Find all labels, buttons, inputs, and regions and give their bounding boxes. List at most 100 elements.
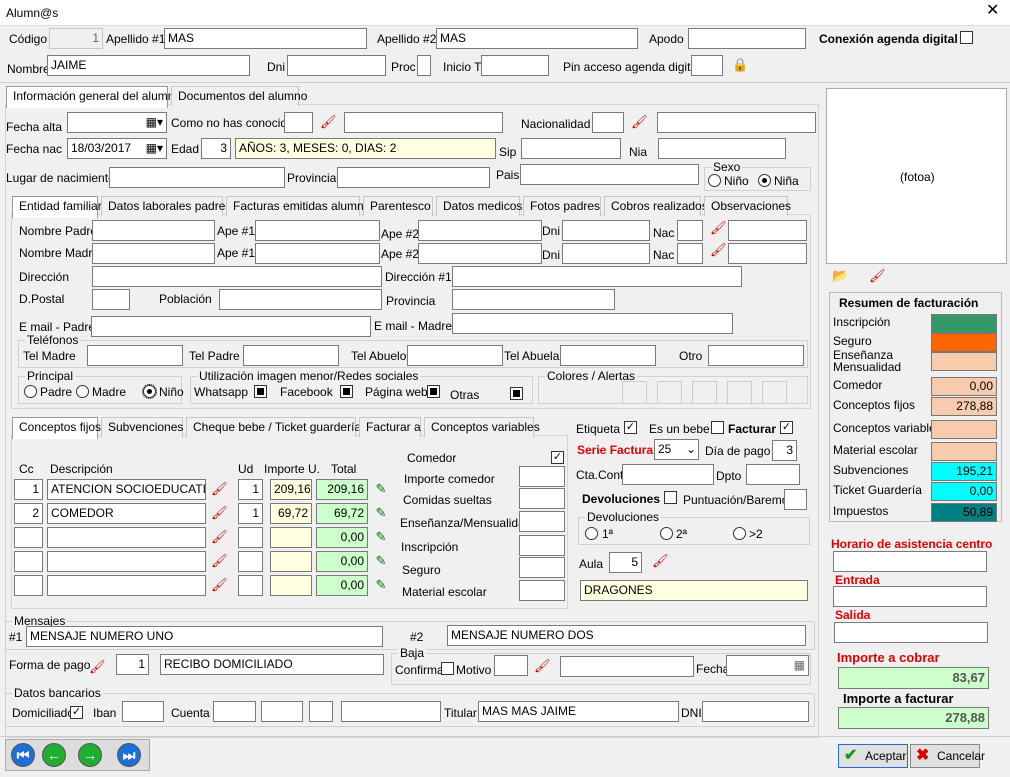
last-record-icon[interactable]: ⏭ [117,743,141,767]
nombre-field[interactable]: JAIME [47,55,250,76]
dpto-field[interactable] [746,464,800,485]
desc-cell[interactable] [47,527,206,548]
edit-icon[interactable]: ✎ [373,553,389,569]
tab-conceptos-variables[interactable]: Conceptos variables [424,417,540,437]
tab-cheque-bebe[interactable]: Cheque bebe / Ticket guardería [186,417,361,437]
tab-parentesco[interactable]: Parentesco [363,196,433,216]
tab-fotos-padres[interactable]: Fotos padres [523,196,601,216]
fecha-nac-field[interactable]: 18/03/2017 ▦▾ [67,138,167,159]
importe-comedor-field[interactable] [519,466,565,487]
brush-icon[interactable]: 🖌 [534,658,551,674]
edit-icon[interactable]: ✎ [373,505,389,521]
brush-icon[interactable]: 🖌 [320,114,337,130]
direccion-field[interactable] [92,266,382,287]
radio-madre[interactable] [76,385,89,398]
brush-icon[interactable]: 🖌 [710,242,727,258]
madre-ape1-field[interactable] [255,243,380,264]
cuenta-field-3[interactable] [309,701,333,722]
etiqueta-checkbox[interactable]: ✓ [624,421,637,434]
serie-select[interactable]: 25 ⌄ [654,439,699,460]
next-record-icon[interactable]: → [78,743,102,767]
nia-field[interactable] [658,138,786,159]
brush-icon[interactable]: 🖌 [211,553,228,569]
aceptar-button[interactable]: ✔ Aceptar [838,744,908,768]
tab-entidad-familiar[interactable]: Entidad familiar [12,196,102,218]
color-box[interactable] [622,381,647,404]
ud-cell[interactable] [238,551,263,572]
brush-icon[interactable]: 🖌 [710,220,727,236]
brush-icon[interactable]: 🖌 [631,114,648,130]
poblacion-field[interactable] [219,289,382,310]
fecha-baja-field[interactable]: ▦ [726,655,809,676]
sip-field[interactable] [521,138,621,159]
edit-icon[interactable]: ✎ [373,481,389,497]
tel-madre-field[interactable] [87,345,183,366]
cc-cell[interactable]: 1 [14,479,43,500]
salida-field[interactable] [834,622,988,643]
mensaje2-field[interactable]: MENSAJE NUMERO DOS [447,625,806,646]
padre-nac-desc[interactable] [728,220,807,241]
color-box[interactable] [762,381,787,404]
color-box[interactable] [727,381,752,404]
inicio-field[interactable] [481,55,549,76]
cc-cell[interactable]: 2 [14,503,43,524]
madre-field[interactable] [92,243,215,264]
nacionalidad-code-field[interactable] [592,112,624,133]
padre-nac-field[interactable] [677,220,703,241]
brush-icon[interactable]: 🖌 [211,577,228,593]
radio-nino-principal[interactable] [142,384,157,399]
titular-field[interactable]: MAS MAS JAIME [478,701,679,722]
tab-conceptos-fijos[interactable]: Conceptos fijos [12,417,101,439]
motivo-code[interactable] [494,655,528,676]
brush-icon[interactable]: 🖌 [211,505,228,521]
padre-dni-field[interactable] [562,220,650,241]
material-field[interactable] [519,580,565,601]
folder-open-icon[interactable]: 📂 [832,268,848,284]
ud-cell[interactable]: 1 [238,479,263,500]
radio-1a[interactable] [585,527,598,540]
apodo-field[interactable] [688,28,806,49]
cancelar-button[interactable]: ✖ Cancelar [910,744,985,768]
radio-nino[interactable] [708,174,721,187]
imp-cell[interactable] [270,527,312,548]
tab-cobros[interactable]: Cobros realizados [604,196,708,216]
imp-cell[interactable] [270,551,312,572]
como-field[interactable] [344,112,503,133]
cc-cell[interactable] [14,575,43,596]
tab-datos-medicos[interactable]: Datos medicos [436,196,522,216]
tab-facturas-emitidas[interactable]: Facturas emitidas alumno [226,196,370,216]
nacionalidad-field[interactable] [657,112,816,133]
aula-field[interactable]: 5 [609,552,642,573]
madre-dni-field[interactable] [562,243,650,264]
ensenanza-field[interactable] [519,511,565,532]
padre-ape1-field[interactable] [255,220,380,241]
first-record-icon[interactable]: ⏮ [11,743,35,767]
tab-subvenciones[interactable]: Subvenciones [101,417,183,437]
calendar-icon[interactable]: ▦▾ [146,113,163,132]
padre-ape2-field[interactable] [418,220,542,241]
tab-datos-laborales[interactable]: Datos laborales padres [101,196,231,216]
email-padre-field[interactable] [91,316,371,337]
agenda-checkbox[interactable] [960,31,973,44]
forma-pago-field[interactable]: RECIBO DOMICILIADO [160,654,384,675]
padre-field[interactable] [92,220,215,241]
brush-icon[interactable]: 🖌 [652,553,669,569]
familia-provincia-field[interactable] [452,289,615,310]
brush-icon[interactable]: 🖌 [211,481,228,497]
radio-padre[interactable] [24,385,37,398]
prev-record-icon[interactable]: ← [42,743,66,767]
otras-checkbox[interactable] [510,387,523,400]
puntuacion-field[interactable] [784,489,807,510]
pais-field[interactable] [520,164,699,185]
banco-dni-field[interactable] [702,701,809,722]
iban-field[interactable] [122,701,164,722]
motivo-field[interactable] [560,656,694,677]
dia-field[interactable]: 3 [772,440,797,461]
desc-cell[interactable] [47,575,206,596]
email-madre-field[interactable] [452,313,733,334]
brush-icon[interactable]: 🖌 [89,659,106,675]
edit-icon[interactable]: ✎ [373,529,389,545]
color-box[interactable] [692,381,717,404]
tab-documentos[interactable]: Documentos del alumno [171,86,307,106]
cc-cell[interactable] [14,527,43,548]
